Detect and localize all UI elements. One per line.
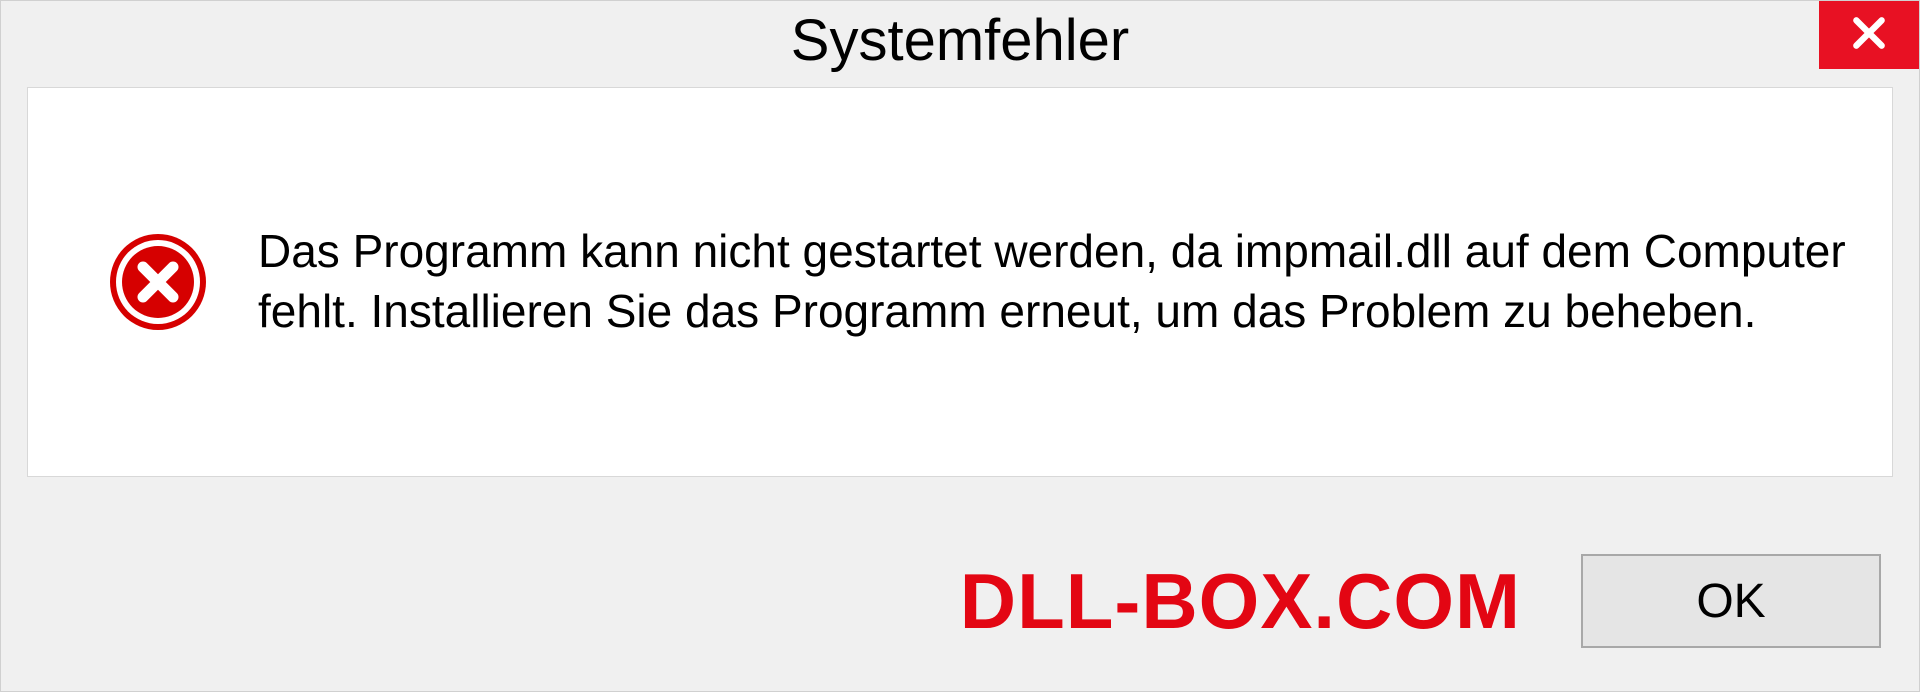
- dialog-title: Systemfehler: [791, 7, 1129, 74]
- dialog-footer: DLL-BOX.COM OK: [1, 511, 1919, 691]
- error-icon: [108, 232, 208, 332]
- watermark-text: DLL-BOX.COM: [960, 556, 1521, 647]
- ok-button[interactable]: OK: [1581, 554, 1881, 648]
- error-message: Das Programm kann nicht gestartet werden…: [258, 222, 1852, 342]
- content-area: Das Programm kann nicht gestartet werden…: [27, 87, 1893, 477]
- titlebar: Systemfehler: [1, 1, 1919, 79]
- error-dialog: Systemfehler Das Programm kann nicht ges…: [0, 0, 1920, 692]
- close-icon: [1850, 14, 1888, 57]
- close-button[interactable]: [1819, 1, 1919, 69]
